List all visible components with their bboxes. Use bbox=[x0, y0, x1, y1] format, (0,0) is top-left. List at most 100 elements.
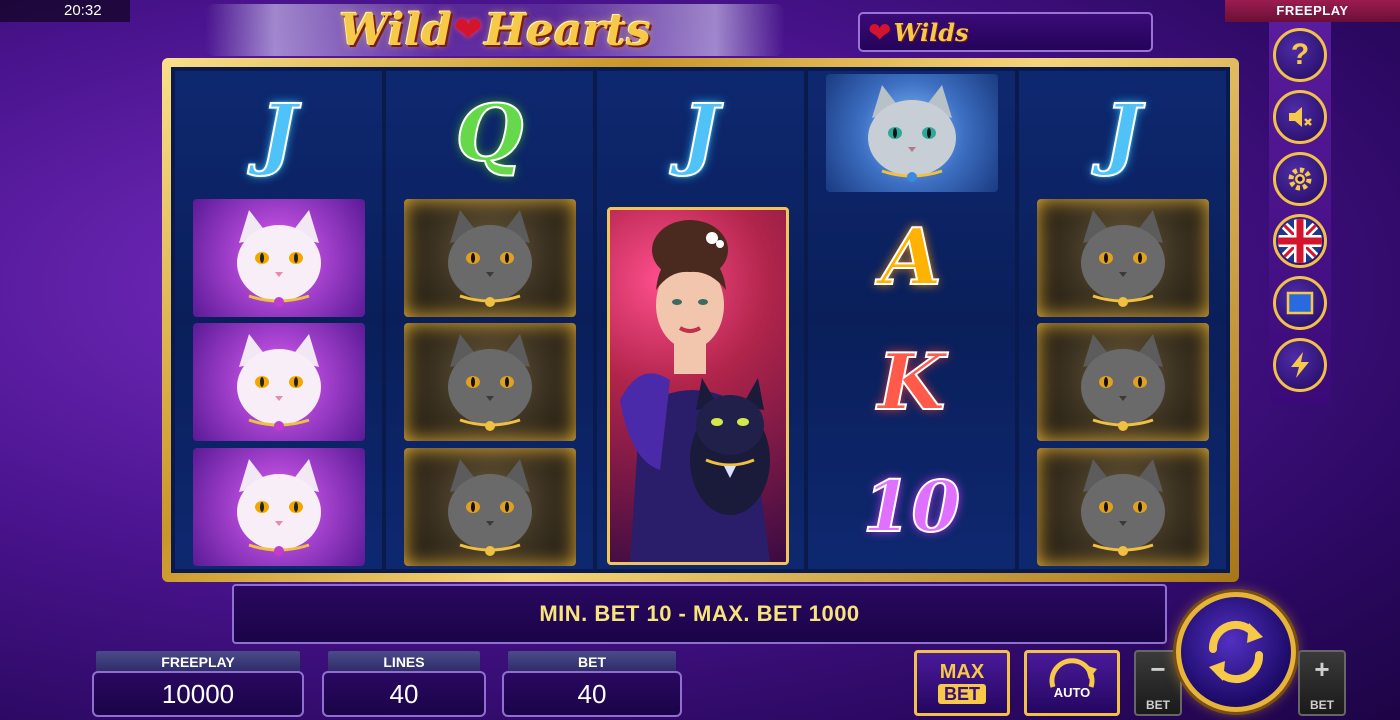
bet-increase-button[interactable]: + BET bbox=[1298, 650, 1346, 716]
symbol-cell bbox=[1019, 320, 1226, 445]
symbol-j: J bbox=[1103, 87, 1142, 180]
cat-icon bbox=[236, 458, 321, 556]
symbol-cell bbox=[1019, 196, 1226, 321]
symbol-a: A bbox=[880, 211, 943, 304]
mode-badge: FREEPLAY bbox=[1225, 0, 1400, 22]
bet-label: BET bbox=[508, 651, 676, 673]
lady-with-cat-illustration bbox=[620, 220, 770, 562]
symbol-10: 10 bbox=[862, 464, 961, 549]
symbol-k: K bbox=[877, 336, 947, 429]
wilds-label: Wilds bbox=[893, 17, 969, 47]
cat-icon bbox=[1080, 334, 1165, 432]
logo-word-wild: Wild bbox=[339, 4, 452, 56]
fullscreen-button[interactable] bbox=[1273, 276, 1327, 330]
symbol-cell bbox=[386, 320, 593, 445]
freeplay-value: 10000 bbox=[92, 671, 304, 717]
minus-icon: − bbox=[1150, 654, 1166, 684]
grey-cat-symbol bbox=[1036, 198, 1209, 317]
bet-decrease-label: BET bbox=[1146, 698, 1170, 712]
symbol-cell bbox=[386, 196, 593, 321]
bet-increase-label: BET bbox=[1310, 698, 1334, 712]
bet-range-message: MIN. BET 10 - MAX. BET 1000 bbox=[539, 601, 860, 626]
spin-button[interactable] bbox=[1176, 592, 1296, 712]
autoplay-button[interactable]: AUTO bbox=[1024, 650, 1120, 716]
white-cat-symbol bbox=[192, 323, 365, 442]
message-bar: MIN. BET 10 - MAX. BET 1000 bbox=[232, 584, 1167, 644]
cat-icon bbox=[447, 458, 532, 556]
max-bet-label-top: MAX bbox=[939, 661, 985, 683]
wilds-panel: ❤ Wilds bbox=[858, 12, 1153, 52]
symbol-cell: Q bbox=[386, 71, 593, 196]
symbol-cell bbox=[808, 71, 1015, 196]
sound-button[interactable] bbox=[1273, 90, 1327, 144]
symbol-j: J bbox=[681, 87, 720, 180]
gear-icon bbox=[1288, 167, 1312, 191]
symbol-j: J bbox=[259, 87, 298, 180]
grey-cat-symbol bbox=[1036, 447, 1209, 566]
max-bet-button[interactable]: MAX BET bbox=[914, 650, 1010, 716]
spin-icon bbox=[1209, 620, 1263, 684]
cat-icon bbox=[1080, 209, 1165, 307]
white-cat-symbol bbox=[192, 198, 365, 317]
heart-icon: ❤ bbox=[868, 16, 892, 48]
silver-cat-symbol bbox=[825, 74, 998, 193]
heart-icon: ❤ bbox=[453, 11, 483, 49]
symbol-cell bbox=[175, 445, 382, 570]
grey-cat-symbol bbox=[403, 447, 576, 566]
help-icon: ? bbox=[1290, 38, 1310, 71]
grey-cat-symbol bbox=[403, 323, 576, 442]
symbol-cell: 10 bbox=[808, 445, 1015, 570]
symbol-cell: J bbox=[175, 71, 382, 196]
fullscreen-icon bbox=[1286, 291, 1314, 315]
cat-icon bbox=[867, 85, 956, 183]
reel-1: J bbox=[175, 71, 382, 569]
lines-value: 40 bbox=[322, 671, 486, 717]
clock: 20:32 bbox=[0, 0, 130, 22]
cat-icon bbox=[447, 334, 532, 432]
cat-icon bbox=[447, 209, 532, 307]
max-bet-label-bottom: BET bbox=[938, 684, 986, 704]
autoplay-label: AUTO bbox=[1054, 685, 1091, 700]
plus-icon: + bbox=[1314, 654, 1330, 684]
symbol-cell bbox=[1019, 445, 1226, 570]
reels-grid: J Q J A K 10 J bbox=[171, 67, 1230, 573]
symbol-cell bbox=[175, 196, 382, 321]
language-button[interactable] bbox=[1273, 214, 1327, 268]
bet-value: 40 bbox=[502, 671, 682, 717]
bet-display: BET 40 bbox=[502, 651, 682, 717]
help-button[interactable]: ? bbox=[1273, 28, 1327, 82]
game-logo: Wild ❤ Hearts bbox=[205, 4, 785, 56]
freeplay-label: FREEPLAY bbox=[96, 651, 300, 673]
symbol-cell: J bbox=[1019, 71, 1226, 196]
lines-display: LINES 40 bbox=[322, 651, 486, 717]
reel-2: Q bbox=[386, 71, 593, 569]
reel-3: J bbox=[597, 71, 804, 569]
logo-word-hearts: Hearts bbox=[484, 4, 651, 56]
symbol-cell: A bbox=[808, 196, 1015, 321]
symbol-cell bbox=[386, 445, 593, 570]
cat-icon bbox=[236, 209, 321, 307]
grey-cat-symbol bbox=[1036, 323, 1209, 442]
uk-flag-icon bbox=[1278, 219, 1322, 263]
reel-4: A K 10 bbox=[808, 71, 1015, 569]
cat-icon bbox=[1080, 458, 1165, 556]
symbol-cell: J bbox=[597, 71, 804, 195]
turbo-button[interactable] bbox=[1273, 338, 1327, 392]
freeplay-balance: FREEPLAY 10000 bbox=[92, 651, 304, 717]
cat-icon bbox=[236, 334, 321, 432]
symbol-cell bbox=[175, 320, 382, 445]
lightning-icon bbox=[1291, 352, 1309, 378]
side-menu: ? bbox=[1269, 22, 1331, 404]
settings-button[interactable] bbox=[1273, 152, 1327, 206]
grey-cat-symbol bbox=[403, 198, 576, 317]
symbol-cell: K bbox=[808, 320, 1015, 445]
bet-decrease-button[interactable]: − BET bbox=[1134, 650, 1182, 716]
white-cat-symbol bbox=[192, 447, 365, 566]
symbol-q: Q bbox=[455, 87, 525, 180]
autoplay-icon: AUTO bbox=[1049, 658, 1097, 700]
lines-label: LINES bbox=[328, 651, 480, 673]
lady-with-cat-symbol bbox=[607, 207, 789, 565]
reel-5: J bbox=[1019, 71, 1226, 569]
sound-muted-icon bbox=[1289, 107, 1312, 127]
reels-frame: J Q J A K 10 J bbox=[162, 58, 1239, 582]
